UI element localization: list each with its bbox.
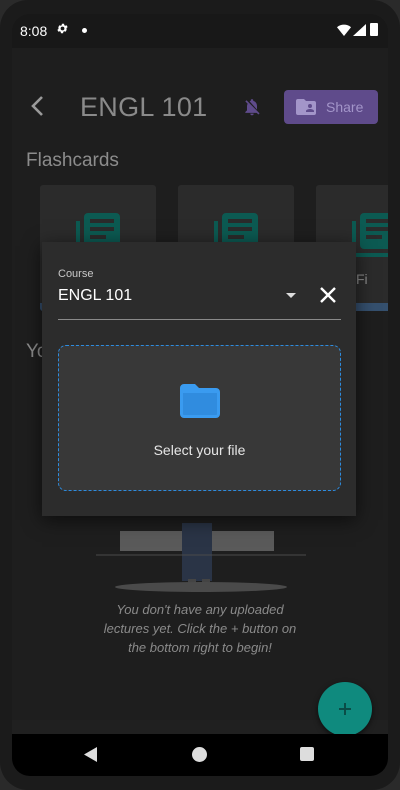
page-title: ENGL 101: [80, 92, 208, 122]
folder-shared-icon: [296, 99, 316, 115]
battery-icon: [370, 23, 378, 36]
wifi-icon: [337, 24, 351, 36]
dropdown-caret-icon[interactable]: [286, 293, 296, 298]
nav-back-icon[interactable]: [84, 747, 97, 762]
nav-home-icon[interactable]: [192, 747, 207, 762]
device-frame: 8:08 ENGL 101 Share Flashcards Fi Yo You…: [0, 0, 400, 790]
notifications-off-icon[interactable]: [242, 96, 262, 118]
course-field-label: Course: [58, 268, 94, 280]
select-file-label: Select your file: [153, 442, 246, 458]
system-nav-bar: [12, 734, 388, 776]
nav-recents-icon[interactable]: [300, 747, 314, 761]
status-bar: 8:08: [12, 14, 388, 48]
signal-icon: [353, 24, 366, 36]
empty-state-illustration: [96, 523, 306, 592]
library-books-icon: [352, 213, 388, 257]
course-select[interactable]: ENGL 101: [58, 287, 132, 305]
folder-icon: [180, 384, 220, 418]
empty-state-message: You don't have any uploaded lectures yet…: [103, 602, 297, 655]
status-time: 8:08: [20, 23, 48, 39]
upload-dialog: Course ENGL 101 Select your file: [42, 242, 356, 516]
share-label: Share: [326, 99, 364, 115]
flashcards-title: Flashcards: [26, 150, 119, 171]
course-field-underline: [58, 319, 341, 320]
gear-icon: [57, 23, 68, 34]
flashcard-label: Fi: [356, 271, 368, 287]
file-dropzone[interactable]: Select your file: [58, 345, 341, 491]
screen: 8:08 ENGL 101 Share Flashcards Fi Yo You…: [12, 14, 388, 776]
back-arrow-icon[interactable]: [28, 94, 48, 118]
close-icon[interactable]: [319, 286, 337, 304]
plus-icon-vertical: [344, 703, 346, 715]
add-lecture-button[interactable]: [318, 682, 372, 736]
share-button[interactable]: Share: [284, 90, 378, 124]
top-bar: ENGL 101 Share: [12, 78, 388, 134]
notification-dot-icon: [82, 28, 87, 33]
